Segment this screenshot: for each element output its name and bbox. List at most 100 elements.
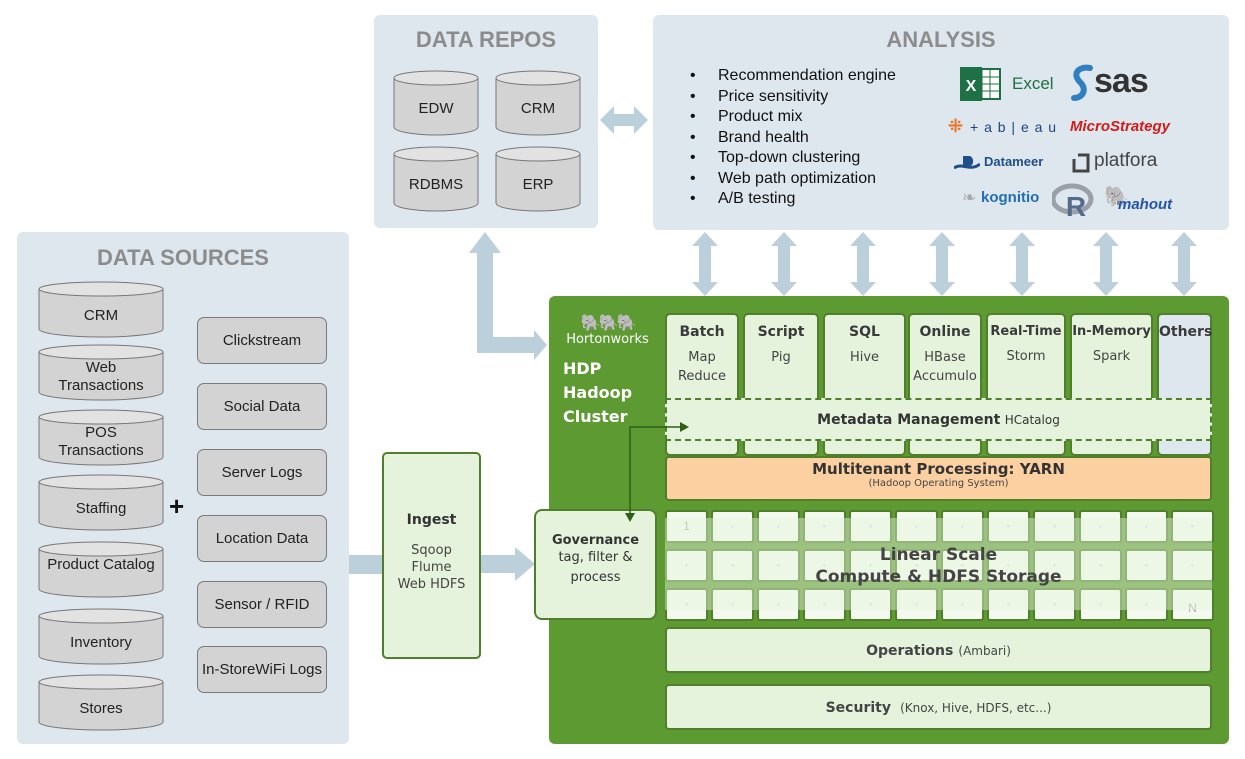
repo-db: RDBMS [393, 146, 479, 212]
data-source-db: Stores [38, 674, 164, 731]
data-source-stream: Clickstream [197, 317, 327, 364]
database-label: Stores [79, 699, 123, 717]
analysis-hdp-arrow [771, 232, 797, 296]
data-repos-title: DATA REPOS [415, 27, 557, 52]
operations-title: Operations [866, 643, 954, 659]
analysis-hdp-arrow [692, 232, 718, 296]
r-icon: R [1052, 183, 1094, 219]
use-case-item: Brand health [690, 128, 896, 149]
data-source-db: Staffing [38, 474, 164, 531]
engine-tools: Spark [1092, 349, 1131, 364]
yarn-title: Multitenant Processing: YARN [812, 460, 1065, 478]
engine-title: In-Memory [1072, 324, 1151, 339]
data-source-stream: Sensor / RFID [197, 581, 327, 628]
database-label: Staffing [75, 499, 127, 517]
database-label: Product Catalog [47, 555, 155, 573]
repos-hdp-arrow [469, 232, 547, 360]
ingest-tool: Flume [411, 560, 452, 575]
use-case-item: Web path optimization [690, 169, 896, 190]
use-case-list: Recommendation enginePrice sensitivityPr… [690, 66, 896, 210]
hdp-title-line: HDP [563, 359, 602, 378]
sas-label: sas [1094, 62, 1149, 100]
engine-title: Batch [679, 324, 725, 340]
platfora-icon [1072, 153, 1090, 173]
security-tool: (Knox, Hive, HDFS, etc...) [900, 701, 1052, 715]
database-label: CRM [83, 306, 119, 324]
database-label: Web Transactions [58, 358, 144, 394]
datameer-label: Datameer [984, 154, 1044, 169]
mahout-label: mahout [1118, 196, 1173, 213]
governance-box: Governance tag, filter & process [534, 509, 657, 620]
svg-text:R: R [1066, 191, 1086, 219]
use-case-item: Product mix [690, 107, 896, 128]
storage-line1: Linear Scale [879, 545, 998, 565]
platfora-label: platfora [1094, 150, 1158, 171]
data-source-db: CRM [38, 281, 164, 338]
plus-sign: + [169, 491, 185, 521]
hdp-title: HDP Hadoop Cluster [563, 357, 632, 429]
database-label: EDW [418, 100, 454, 117]
operations-tool: (Ambari) [958, 644, 1011, 658]
engine-title: Real-Time [990, 324, 1062, 339]
analysis-hdp-arrow [929, 232, 955, 296]
datameer-icon [954, 156, 980, 170]
hortonworks-logo: 🐘🐘🐘 Hortonworks [560, 315, 655, 348]
tableau-label: + a b | e a u [970, 119, 1058, 135]
storage-label: Linear Scale Compute & HDFS Storage [665, 544, 1212, 588]
use-case-item: Price sensitivity [690, 87, 896, 108]
database-label: Inventory [70, 633, 132, 651]
analysis-hdp-arrow [850, 232, 876, 296]
analysis-hdp-arrow [1009, 232, 1035, 296]
data-source-stream: In-Store WiFi Logs [197, 646, 327, 693]
engine-tools: Pig [771, 350, 791, 365]
excel-label: Excel [1012, 74, 1054, 93]
data-source-stream: Location Data [197, 515, 327, 562]
data-source-stream: Server Logs [197, 449, 327, 496]
hdp-title-line: Hadoop [563, 383, 633, 402]
engine-title: Script [757, 324, 805, 340]
microstrategy-logo: MicroStrategy [1070, 118, 1170, 136]
repos-analysis-arrow [600, 106, 648, 134]
yarn-subtitle: (Hadoop Operating System) [868, 478, 1009, 489]
use-case-item: Top-down clustering [690, 148, 896, 169]
svg-text:X: X [966, 78, 977, 95]
security-box: Security (Knox, Hive, HDFS, etc...) [665, 684, 1212, 730]
sources-ingest-arrow [349, 555, 382, 574]
use-case-item: Recommendation engine [690, 66, 896, 87]
database-label: ERP [522, 176, 554, 193]
engine-tools: HBase Accumulo [913, 350, 977, 384]
data-source-stream: Social Data [197, 383, 327, 430]
governance-desc-line: tag, filter & [558, 550, 633, 565]
excel-icon: X [960, 67, 1001, 101]
governance-desc-line: process [570, 570, 621, 585]
operations-box: Operations (Ambari) [665, 627, 1212, 673]
database-label: CRM [520, 100, 556, 117]
data-source-db: Web Transactions [38, 344, 164, 401]
engine-tools: Hive [849, 350, 880, 365]
data-source-db: POS Transactions [38, 409, 164, 466]
hdp-title-line: Cluster [563, 407, 628, 426]
engine-title: SQL [849, 324, 880, 340]
analysis-hdp-arrow [1093, 232, 1119, 296]
hortonworks-label: Hortonworks [566, 332, 649, 347]
microstrategy-label: MicroStrategy [1070, 118, 1171, 135]
sas-icon [1071, 64, 1093, 101]
analysis-hdp-arrow [1171, 232, 1197, 296]
engine-tools: Storm [1006, 349, 1046, 364]
kognitio-icon: ❧ [962, 188, 977, 207]
kognitio-label: kognitio [981, 189, 1040, 206]
ingest-governance-arrow [481, 547, 535, 581]
analysis-title: ANALYSIS [886, 27, 996, 52]
database-label: RDBMS [408, 176, 464, 193]
data-source-db: Product Catalog [38, 541, 164, 598]
tableau-icon: ⁜ [948, 116, 964, 136]
ingest-tool: Web HDFS [397, 577, 466, 592]
ingest-tool: Sqoop [411, 543, 452, 558]
governance-title: Governance [551, 533, 640, 548]
metadata-tool: HCatalog [1004, 413, 1060, 427]
security-title: Security [825, 700, 891, 716]
engine-title: Others [1159, 324, 1213, 340]
repo-db: EDW [393, 70, 479, 136]
elephants-icon: 🐘🐘🐘 [580, 315, 637, 332]
metadata-management-band: Metadata Management HCatalog [665, 398, 1212, 441]
